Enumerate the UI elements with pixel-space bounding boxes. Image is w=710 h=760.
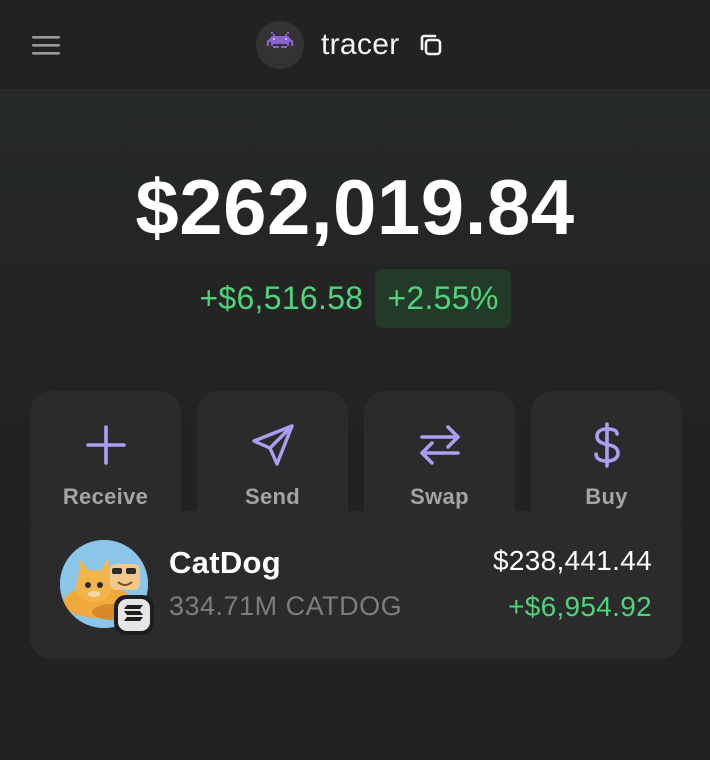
solana-chain-badge (114, 595, 154, 635)
account-name[interactable]: tracer (321, 28, 400, 62)
token-name: CatDog (169, 545, 282, 580)
dollar-icon (583, 421, 631, 469)
swap-label: Swap (410, 484, 469, 509)
balance-change-percent-badge: +2.55% (375, 269, 511, 328)
token-change: +$6,954.92 (508, 591, 652, 622)
top-bar: tracer (0, 0, 710, 91)
plus-icon (82, 421, 130, 469)
wallet-home: $262,019.84 +$6,516.58 +2.55% Receive Se… (0, 92, 710, 760)
send-label: Send (245, 484, 300, 509)
token-list-item[interactable]: CatDog 334.71M CATDOG $238,441.44 +$6,95… (30, 511, 682, 659)
send-icon (249, 421, 297, 469)
swap-arrows-icon (416, 421, 464, 469)
token-amount: 334.71M CATDOG (169, 591, 403, 621)
token-value: $238,441.44 (492, 545, 652, 576)
total-balance: $262,019.84 (135, 163, 575, 251)
copy-icon[interactable] (416, 30, 446, 60)
balance-change-amount: +$6,516.58 (199, 280, 364, 316)
balance-change-row: +$6,516.58 +2.55% (0, 269, 710, 328)
hamburger-menu-icon[interactable] (28, 30, 64, 60)
receive-label: Receive (62, 484, 149, 509)
solana-icon (123, 603, 145, 628)
buy-label: Buy (585, 484, 628, 509)
account-switcher[interactable]: tracer (256, 20, 446, 70)
account-avatar[interactable] (256, 21, 304, 69)
space-invader-icon (267, 31, 293, 59)
